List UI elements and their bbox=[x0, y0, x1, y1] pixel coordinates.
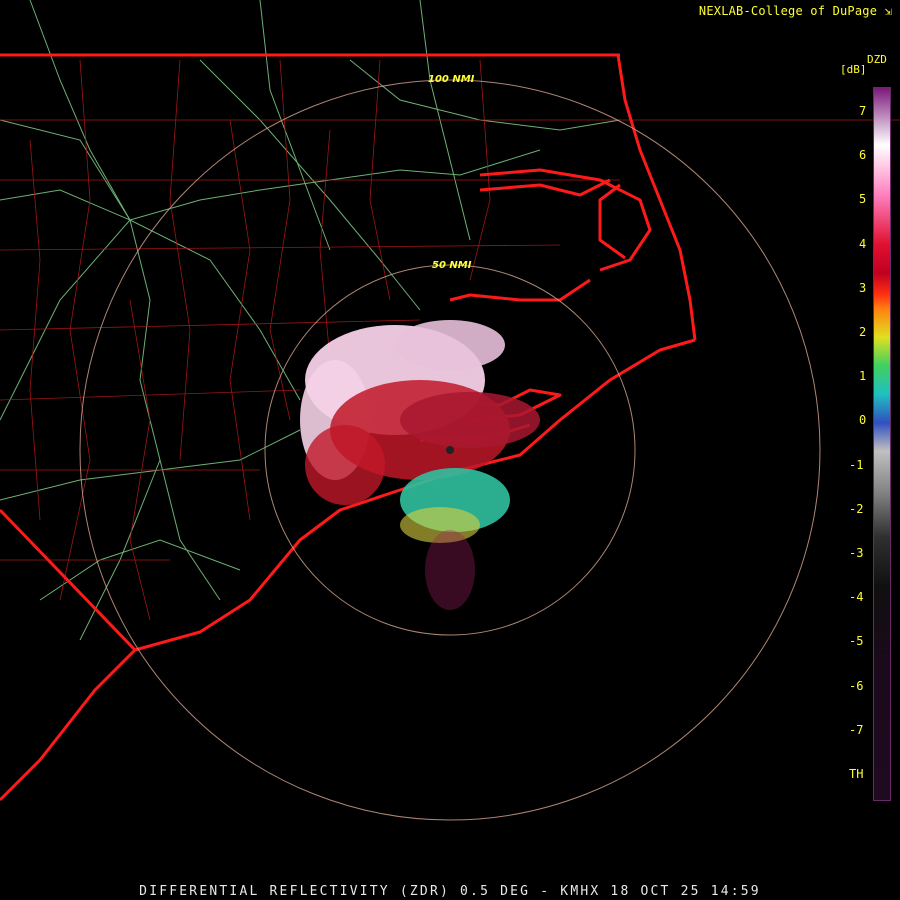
colorbar-tick: 2 bbox=[859, 325, 867, 339]
colorbar-tick: -1 bbox=[849, 457, 864, 472]
colorbar-tick: 5 bbox=[859, 192, 867, 207]
radar-map: 100 NMI 50 NMI bbox=[0, 0, 900, 821]
colorbar-tick: -3 bbox=[849, 546, 864, 560]
colorbar-tick: -2 bbox=[849, 501, 864, 516]
arrow-icon: ⇲ bbox=[884, 4, 892, 18]
colorbar-tick: 1 bbox=[859, 369, 867, 384]
colorbar-tick: -6 bbox=[849, 678, 864, 693]
colorbar-tick: TH bbox=[849, 767, 864, 781]
colorbar-tick: 7 bbox=[859, 104, 867, 118]
highway-network bbox=[0, 0, 621, 641]
radar-viewer: 100 NMI 50 NMI NEXLAB-College of DuPage … bbox=[0, 0, 900, 900]
colorbar-product: DZD bbox=[867, 53, 887, 66]
radar-echoes bbox=[300, 320, 540, 610]
colorbar-tick: -7 bbox=[849, 722, 864, 737]
ring-label-100: 100 NMI bbox=[428, 74, 475, 85]
product-caption: DIFFERENTIAL REFLECTIVITY (ZDR) 0.5 DEG … bbox=[139, 884, 761, 899]
colorbar-unit: [dB] bbox=[840, 63, 867, 76]
ring-label-50: 50 NMI bbox=[432, 260, 472, 271]
colorbar-tick: 6 bbox=[859, 148, 867, 163]
credit-label: NEXLAB-College of DuPage ⇲ bbox=[699, 4, 892, 18]
colorbar-tick: 0 bbox=[859, 413, 867, 428]
colorbar-tick: 4 bbox=[859, 236, 867, 251]
colorbar-tick: 3 bbox=[859, 280, 867, 295]
colorbar-tick: -5 bbox=[849, 634, 864, 649]
colorbar-tick: -4 bbox=[849, 590, 864, 605]
credit-text: NEXLAB-College of DuPage bbox=[698, 4, 878, 18]
